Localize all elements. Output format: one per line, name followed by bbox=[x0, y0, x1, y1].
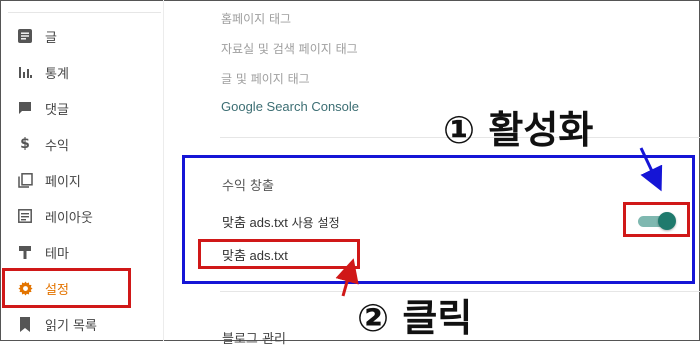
arrow-to-toggle bbox=[639, 147, 663, 192]
arrow-to-ads-txt bbox=[335, 258, 359, 297]
annotation-arrows bbox=[335, 147, 663, 297]
step-1-activate-callout: ① 활성화 bbox=[443, 108, 594, 152]
step-2-click-callout: ② 클릭 bbox=[357, 296, 473, 340]
